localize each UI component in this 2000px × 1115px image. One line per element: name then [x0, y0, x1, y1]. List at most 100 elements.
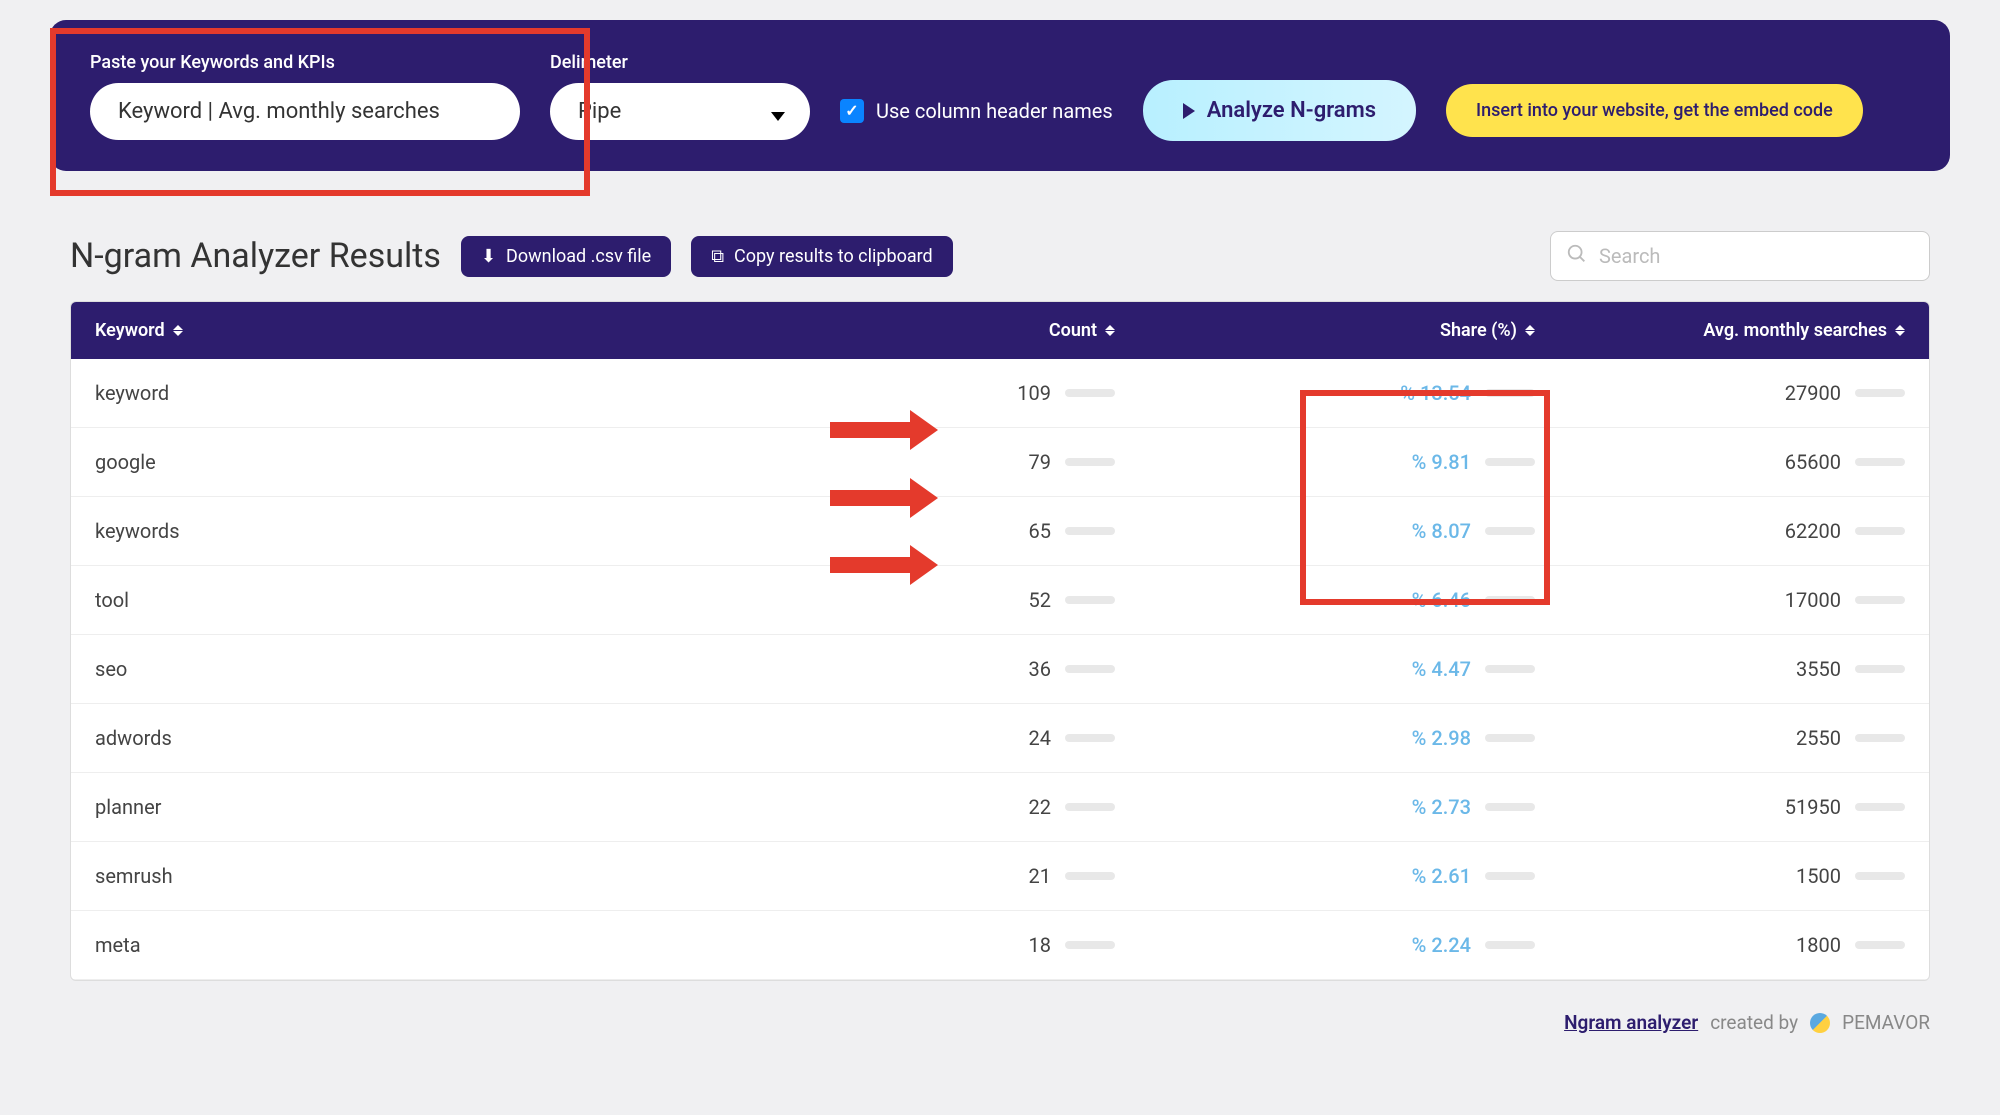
cell-count: 109: [855, 381, 1115, 405]
header-checkbox-label: Use column header names: [876, 99, 1113, 123]
cell-keyword: semrush: [95, 864, 855, 888]
bar-icon: [1065, 734, 1115, 742]
play-icon: [1183, 103, 1195, 119]
cell-avg: 17000: [1535, 588, 1905, 612]
bar-icon: [1855, 665, 1905, 673]
cell-keyword: planner: [95, 795, 855, 819]
cell-share: % 4.47: [1115, 657, 1535, 681]
bar-icon: [1485, 734, 1535, 742]
keywords-field-group: Paste your Keywords and KPIs: [90, 52, 520, 140]
table-row: planner22% 2.7351950: [71, 773, 1929, 842]
checkbox-icon: ✓: [840, 99, 864, 123]
delimiter-field-group: Delimeter Pipe: [550, 52, 810, 140]
cell-avg: 3550: [1535, 657, 1905, 681]
bar-icon: [1065, 665, 1115, 673]
footer-brand: PEMAVOR: [1842, 1011, 1930, 1034]
delimiter-label: Delimeter: [550, 52, 810, 73]
table-row: meta18% 2.241800: [71, 911, 1929, 980]
copy-label: Copy results to clipboard: [734, 246, 933, 267]
bar-icon: [1485, 458, 1535, 466]
sort-icon: [1525, 325, 1535, 336]
bar-icon: [1485, 872, 1535, 880]
col-count[interactable]: Count: [855, 320, 1115, 341]
table-row: semrush21% 2.611500: [71, 842, 1929, 911]
col-avg[interactable]: Avg. monthly searches: [1535, 320, 1905, 341]
table-row: keywords65% 8.0762200: [71, 497, 1929, 566]
bar-icon: [1065, 803, 1115, 811]
results-title: N-gram Analyzer Results: [70, 236, 441, 276]
bar-icon: [1065, 458, 1115, 466]
cell-count: 36: [855, 657, 1115, 681]
bar-icon: [1065, 527, 1115, 535]
table-row: adwords24% 2.982550: [71, 704, 1929, 773]
analyze-button[interactable]: Analyze N-grams: [1143, 80, 1416, 141]
sort-icon: [1895, 325, 1905, 336]
copy-clipboard-button[interactable]: ⧉ Copy results to clipboard: [691, 236, 953, 277]
embed-button[interactable]: Insert into your website, get the embed …: [1446, 84, 1863, 137]
bar-icon: [1485, 941, 1535, 949]
results-header: N-gram Analyzer Results ⬇ Download .csv …: [70, 231, 1930, 281]
bar-icon: [1855, 458, 1905, 466]
cell-share: % 13.54: [1115, 381, 1535, 405]
bar-icon: [1485, 389, 1535, 397]
keywords-input[interactable]: [90, 83, 520, 140]
col-share[interactable]: Share (%): [1115, 320, 1535, 341]
bar-icon: [1855, 803, 1905, 811]
cell-avg: 51950: [1535, 795, 1905, 819]
bar-icon: [1855, 389, 1905, 397]
search-input[interactable]: [1550, 231, 1930, 281]
results-table: Keyword Count Share (%) Avg. monthly sea…: [70, 301, 1930, 981]
cell-avg: 62200: [1535, 519, 1905, 543]
bar-icon: [1855, 734, 1905, 742]
bar-icon: [1485, 596, 1535, 604]
bar-icon: [1065, 941, 1115, 949]
bar-icon: [1855, 941, 1905, 949]
header-checkbox-wrap[interactable]: ✓ Use column header names: [840, 99, 1113, 123]
cell-share: % 2.61: [1115, 864, 1535, 888]
cell-count: 24: [855, 726, 1115, 750]
cell-keyword: adwords: [95, 726, 855, 750]
cell-count: 21: [855, 864, 1115, 888]
bar-icon: [1065, 596, 1115, 604]
cell-keyword: keywords: [95, 519, 855, 543]
cell-count: 22: [855, 795, 1115, 819]
cell-keyword: tool: [95, 588, 855, 612]
bar-icon: [1855, 527, 1905, 535]
table-header: Keyword Count Share (%) Avg. monthly sea…: [71, 302, 1929, 359]
bar-icon: [1485, 527, 1535, 535]
cell-avg: 27900: [1535, 381, 1905, 405]
table-row: keyword109% 13.5427900: [71, 359, 1929, 428]
footer-link[interactable]: Ngram analyzer: [1564, 1011, 1698, 1034]
cell-share: % 2.24: [1115, 933, 1535, 957]
bar-icon: [1855, 872, 1905, 880]
sort-icon: [1105, 325, 1115, 336]
cell-count: 79: [855, 450, 1115, 474]
table-row: google79% 9.8165600: [71, 428, 1929, 497]
download-csv-button[interactable]: ⬇ Download .csv file: [461, 236, 671, 277]
cell-avg: 1800: [1535, 933, 1905, 957]
keywords-label: Paste your Keywords and KPIs: [90, 52, 520, 73]
top-toolbar: Paste your Keywords and KPIs Delimeter P…: [50, 20, 1950, 171]
cell-share: % 6.46: [1115, 588, 1535, 612]
search-wrap: [1550, 231, 1930, 281]
cell-share: % 2.73: [1115, 795, 1535, 819]
cell-keyword: google: [95, 450, 855, 474]
search-icon: [1566, 243, 1588, 269]
cell-keyword: keyword: [95, 381, 855, 405]
bar-icon: [1065, 389, 1115, 397]
download-label: Download .csv file: [506, 246, 651, 267]
cell-avg: 1500: [1535, 864, 1905, 888]
footer-created: created by: [1710, 1011, 1798, 1034]
download-icon: ⬇: [481, 246, 496, 267]
cell-keyword: meta: [95, 933, 855, 957]
delimiter-select[interactable]: Pipe: [550, 83, 810, 140]
table-row: tool52% 6.4617000: [71, 566, 1929, 635]
cell-share: % 9.81: [1115, 450, 1535, 474]
cell-avg: 2550: [1535, 726, 1905, 750]
cell-share: % 2.98: [1115, 726, 1535, 750]
bar-icon: [1485, 803, 1535, 811]
footer: Ngram analyzer created by PEMAVOR: [70, 1011, 1930, 1034]
cell-count: 18: [855, 933, 1115, 957]
col-keyword[interactable]: Keyword: [95, 320, 855, 341]
cell-avg: 65600: [1535, 450, 1905, 474]
